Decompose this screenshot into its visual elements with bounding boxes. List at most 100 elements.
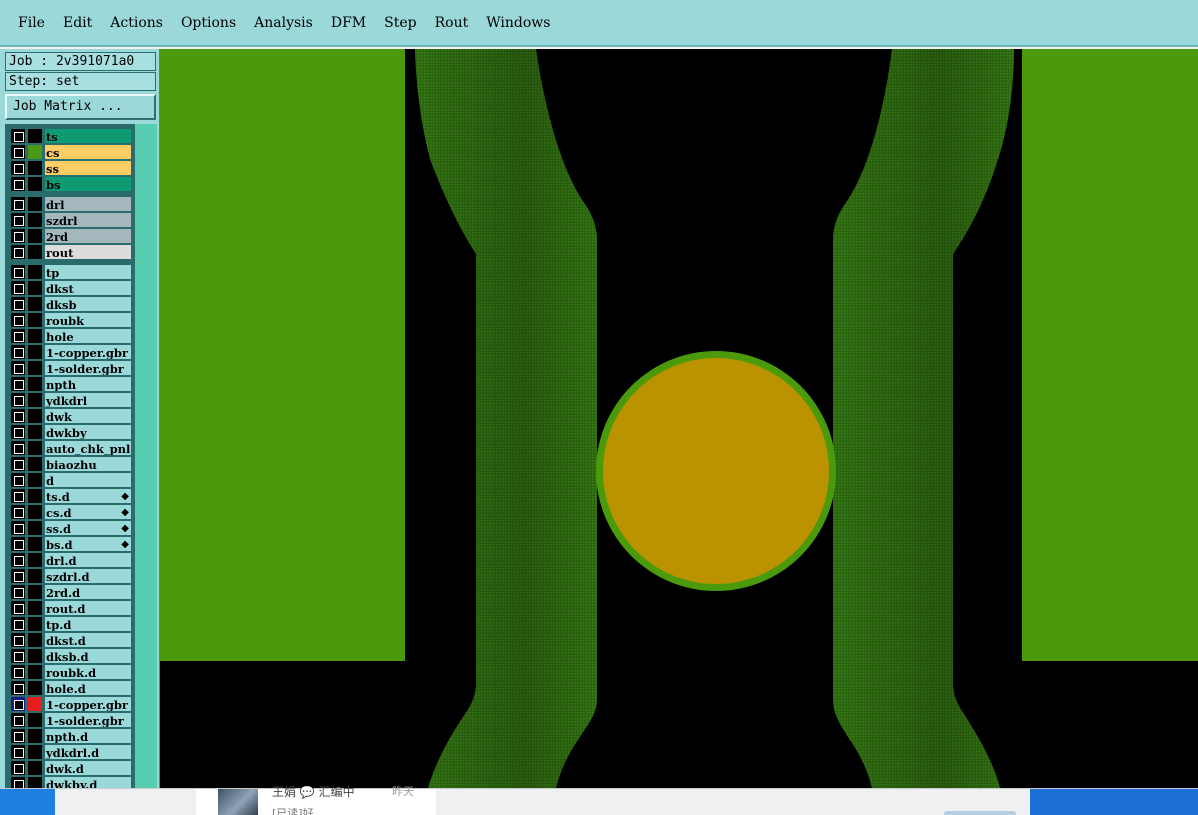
layer-row[interactable]: rout.d [8,600,132,616]
layer-row[interactable]: tp.d [8,616,132,632]
start-area[interactable] [0,789,55,815]
layer-row[interactable]: bs.d ◆ [8,536,132,552]
layer-name[interactable]: rout [44,244,132,260]
layer-checkbox[interactable] [11,729,25,743]
layer-color-swatch[interactable] [28,313,42,327]
layer-color-swatch[interactable] [28,245,42,259]
layer-row[interactable]: roubk.d [8,664,132,680]
layer-color-swatch[interactable] [28,377,42,391]
layer-checkbox[interactable] [11,457,25,471]
layer-color-swatch[interactable] [28,329,42,343]
layer-checkbox[interactable] [11,601,25,615]
layer-checkbox[interactable] [11,521,25,535]
menu-dfm[interactable]: DFM [331,15,366,31]
layer-name[interactable]: ydkdrl [44,392,132,408]
menu-step[interactable]: Step [384,15,416,31]
layer-name[interactable]: 1-copper.gbr [44,696,132,712]
layer-row[interactable]: ts.d ◆ [8,488,132,504]
layer-checkbox[interactable] [11,313,25,327]
layer-name[interactable]: roubk.d [44,664,132,680]
layer-checkbox[interactable] [11,489,25,503]
layer-name[interactable]: tp.d [44,616,132,632]
layer-checkbox[interactable] [11,585,25,599]
layer-color-swatch[interactable] [28,777,42,788]
layer-color-swatch[interactable] [28,521,42,535]
layer-checkbox[interactable] [11,245,25,259]
layer-name[interactable]: cs [44,144,132,160]
layer-color-swatch[interactable] [28,281,42,295]
layer-checkbox[interactable] [11,377,25,391]
layer-row[interactable]: ss [8,160,132,176]
layer-color-swatch[interactable] [28,537,42,551]
layer-row[interactable]: roubk [8,312,132,328]
layer-row[interactable]: tp [8,264,132,280]
layer-color-swatch[interactable] [28,633,42,647]
layer-color-swatch[interactable] [28,145,42,159]
layer-checkbox[interactable] [11,569,25,583]
layer-row[interactable]: bs [8,176,132,192]
layer-color-swatch[interactable] [28,177,42,191]
layer-name[interactable]: drl [44,196,132,212]
layer-name[interactable]: 1-solder.gbr [44,360,132,376]
layer-checkbox[interactable] [11,177,25,191]
layer-name[interactable]: dkst [44,280,132,296]
layer-checkbox[interactable] [11,697,25,711]
layer-checkbox[interactable] [11,713,25,727]
layer-checkbox[interactable] [11,213,25,227]
layer-color-swatch[interactable] [28,489,42,503]
layer-row[interactable]: 2rd.d [8,584,132,600]
layer-name[interactable]: bs.d ◆ [44,536,132,552]
layer-color-swatch[interactable] [28,617,42,631]
layer-row[interactable]: dwk.d [8,760,132,776]
layer-row[interactable]: dkst [8,280,132,296]
layer-name[interactable]: 1-copper.gbr [44,344,132,360]
layer-name[interactable]: dkst.d [44,632,132,648]
layer-color-swatch[interactable] [28,457,42,471]
layer-checkbox[interactable] [11,745,25,759]
layer-row[interactable]: auto_chk_pnl [8,440,132,456]
layer-color-swatch[interactable] [28,665,42,679]
layer-name[interactable]: bs [44,176,132,192]
layer-row[interactable]: 2rd [8,228,132,244]
layer-checkbox[interactable] [11,409,25,423]
layer-color-swatch[interactable] [28,229,42,243]
layer-name[interactable]: dksb [44,296,132,312]
layer-checkbox[interactable] [11,197,25,211]
layer-name[interactable]: 2rd [44,228,132,244]
layer-row[interactable]: 1-copper.gbr [8,696,132,712]
layer-row[interactable]: szdrl [8,212,132,228]
layer-color-swatch[interactable] [28,585,42,599]
layer-row[interactable]: rout [8,244,132,260]
layer-name[interactable]: tp [44,264,132,280]
layer-checkbox[interactable] [11,441,25,455]
layer-name[interactable]: dwk.d [44,760,132,776]
layer-row[interactable]: drl.d [8,552,132,568]
tray-area[interactable] [1030,789,1198,815]
job-matrix-button[interactable]: Job Matrix ... [5,94,156,120]
menu-edit[interactable]: Edit [63,15,92,31]
layer-name[interactable]: d [44,472,132,488]
layer-color-swatch[interactable] [28,213,42,227]
layer-row[interactable]: npth [8,376,132,392]
layer-color-swatch[interactable] [28,505,42,519]
layer-name[interactable]: ts [44,128,132,144]
menu-options[interactable]: Options [181,15,236,31]
layer-name[interactable]: dwkby [44,424,132,440]
layer-color-swatch[interactable] [28,697,42,711]
layer-color-swatch[interactable] [28,745,42,759]
layer-row[interactable]: szdrl.d [8,568,132,584]
layer-color-swatch[interactable] [28,297,42,311]
layer-name[interactable]: rout.d [44,600,132,616]
chat-notification[interactable]: 王娟 💬 汇编中 昨天 [已读]好 [196,785,436,815]
menu-analysis[interactable]: Analysis [254,15,313,31]
layer-color-swatch[interactable] [28,409,42,423]
layer-row[interactable]: ss.d ◆ [8,520,132,536]
layer-row[interactable]: dksb.d [8,648,132,664]
layer-row[interactable]: 1-solder.gbr [8,360,132,376]
layer-checkbox[interactable] [11,229,25,243]
layer-color-swatch[interactable] [28,161,42,175]
layer-checkbox[interactable] [11,777,25,788]
layer-color-swatch[interactable] [28,441,42,455]
layer-color-swatch[interactable] [28,713,42,727]
layer-checkbox[interactable] [11,553,25,567]
